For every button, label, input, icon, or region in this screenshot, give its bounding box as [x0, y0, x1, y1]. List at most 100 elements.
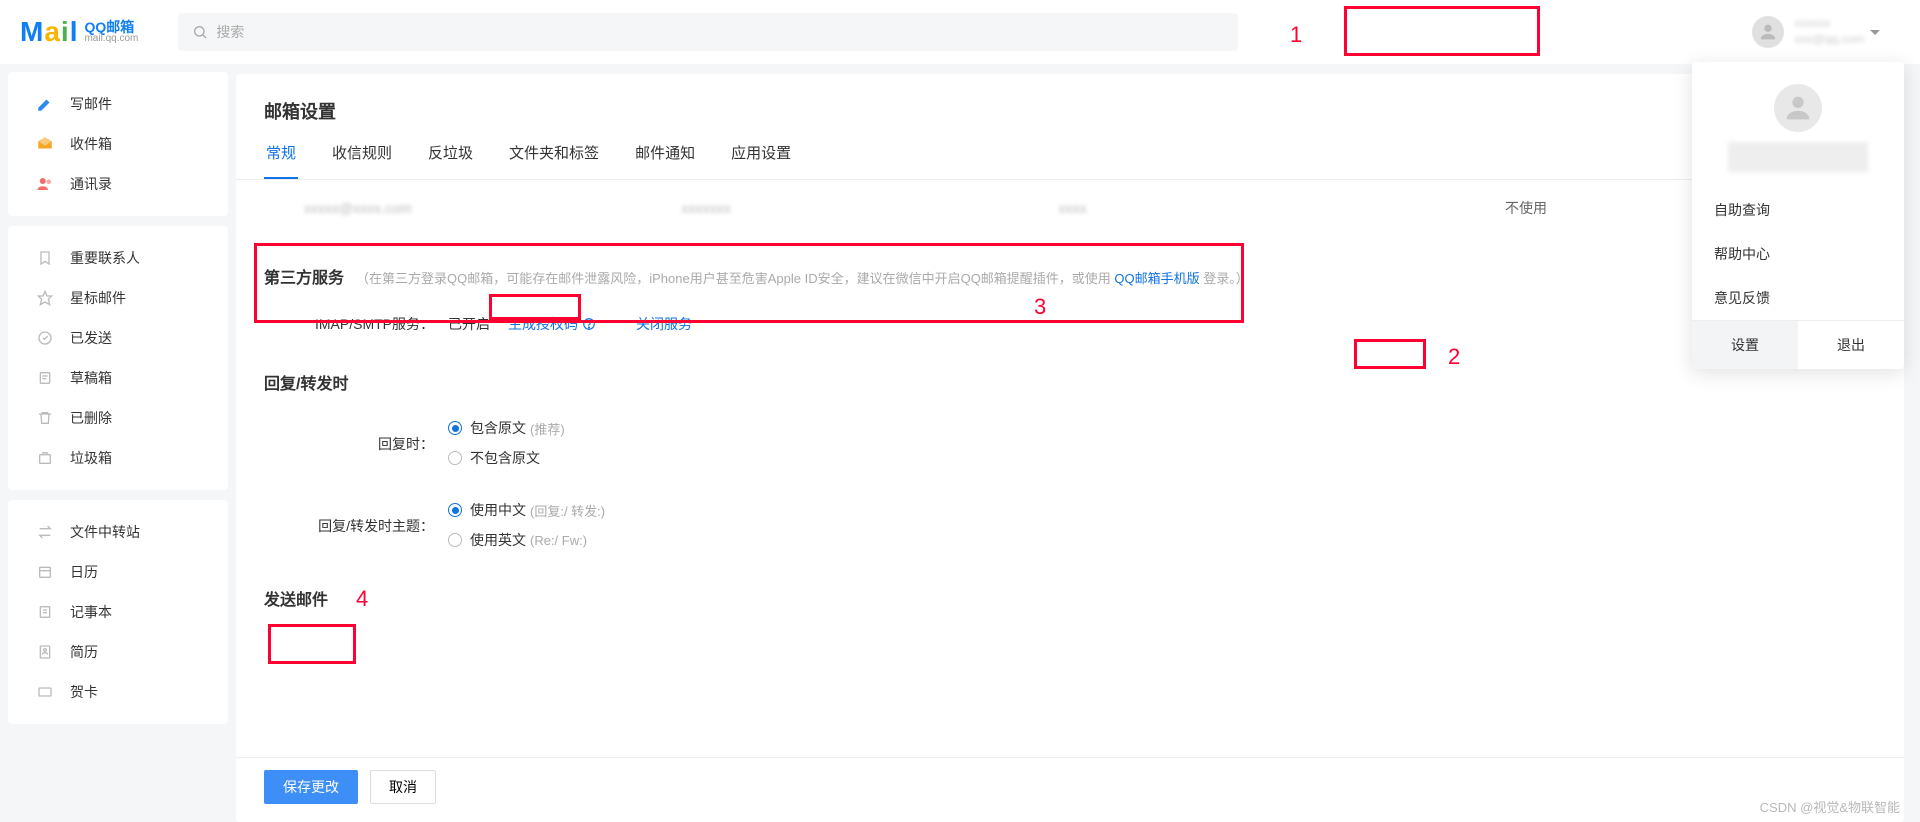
sidebar-item-sent[interactable]: 已发送 [8, 318, 228, 358]
reply-section: 回复/转发时 回复时： 包含原文(推荐) 不包含原文 回复/转发时主题： 使用中… [264, 370, 1876, 558]
page-title: 邮箱设置 [236, 74, 1904, 142]
app-header: Mail QQ邮箱 mail.qq.com 搜索 xxxxxxxxx@qq.co… [0, 0, 1920, 64]
sidebar-item-label: 通讯录 [70, 174, 112, 194]
help-icon [582, 317, 596, 331]
sidebar-item-label: 写邮件 [70, 94, 112, 114]
user-dropdown-menu: 自助查询 帮助中心 意见反馈 设置 退出 [1692, 62, 1904, 369]
header-user[interactable]: xxxxxxxxx@qq.com [1752, 16, 1900, 48]
avatar-icon [1774, 84, 1822, 132]
sidebar-item-label: 垃圾箱 [70, 448, 112, 468]
logo-mark: Mail [20, 16, 78, 48]
menu-item-settings[interactable]: 设置 [1692, 321, 1798, 369]
avatar-icon [1752, 16, 1784, 48]
sidebar-item-calendar[interactable]: 日历 [8, 552, 228, 592]
sidebar-item-label: 贺卡 [70, 682, 98, 702]
tab-notify[interactable]: 邮件通知 [633, 142, 697, 179]
settings-tabs: 常规 收信规则 反垃圾 文件夹和标签 邮件通知 应用设置 [236, 142, 1904, 180]
service-status: 已开启 [448, 314, 490, 334]
tab-general[interactable]: 常规 [264, 142, 298, 179]
reply-label: 回复时： [294, 434, 434, 454]
close-service-link[interactable]: 关闭服务 [636, 314, 692, 334]
send-section: 发送邮件 [264, 586, 1876, 610]
calendar-icon [36, 563, 54, 581]
search-icon [192, 24, 208, 40]
radio-exclude-original[interactable]: 不包含原文 [448, 448, 565, 468]
section-title: 回复/转发时 [264, 370, 348, 394]
sidebar-item-spam[interactable]: 垃圾箱 [8, 438, 228, 478]
logo-cn: QQ邮箱 [84, 20, 138, 34]
resume-icon [36, 643, 54, 661]
search-input[interactable]: 搜索 [178, 13, 1238, 51]
menu-item-help[interactable]: 帮助中心 [1692, 232, 1904, 276]
sidebar-item-label: 已发送 [70, 328, 112, 348]
sidebar-item-label: 重要联系人 [70, 248, 140, 268]
sidebar-item-card[interactable]: 贺卡 [8, 672, 228, 712]
account-cell-redacted: xxxxxxx [681, 200, 1058, 216]
tab-rules[interactable]: 收信规则 [330, 142, 394, 179]
sidebar-item-deleted[interactable]: 已删除 [8, 398, 228, 438]
spam-icon [36, 449, 54, 467]
menu-item-feedback[interactable]: 意见反馈 [1692, 276, 1904, 320]
content-area: 邮箱设置 常规 收信规则 反垃圾 文件夹和标签 邮件通知 应用设置 xxxxx@… [236, 64, 1920, 822]
radio-include-original[interactable]: 包含原文(推荐) [448, 418, 565, 438]
sidebar-item-label: 收件箱 [70, 134, 112, 154]
subject-label: 回复/转发时主题： [294, 516, 434, 536]
sidebar-item-contacts[interactable]: 通讯录 [8, 164, 228, 204]
radio-icon [448, 533, 462, 547]
menu-item-logout[interactable]: 退出 [1798, 321, 1904, 369]
star-icon [36, 289, 54, 307]
tab-folders[interactable]: 文件夹和标签 [507, 142, 601, 179]
sidebar: 写邮件 收件箱 通讯录 重要联系人 星标邮件 已发送 草稿箱 已删除 垃圾箱 文… [0, 64, 236, 822]
contacts-icon [36, 175, 54, 193]
section-note: （在第三方登录QQ邮箱，可能存在邮件泄露风险，iPhone用户甚至危害Apple… [356, 268, 1249, 287]
cancel-button[interactable]: 取消 [370, 770, 436, 804]
sidebar-item-label: 日历 [70, 562, 98, 582]
radio-subject-en[interactable]: 使用英文(Re:/ Fw:) [448, 530, 605, 550]
bookmark-icon [36, 249, 54, 267]
inbox-icon [36, 135, 54, 153]
search-placeholder: 搜索 [216, 22, 244, 42]
sidebar-item-important[interactable]: 重要联系人 [8, 238, 228, 278]
radio-icon [448, 451, 462, 465]
sidebar-item-starred[interactable]: 星标邮件 [8, 278, 228, 318]
watermark: CSDN @视觉&物联智能 [1760, 797, 1900, 816]
sidebar-item-label: 简历 [70, 642, 98, 662]
tab-apps[interactable]: 应用设置 [729, 142, 793, 179]
note-icon [36, 603, 54, 621]
account-row: xxxxx@xxxx.com xxxxxxx xxxx 不使用 更改 | 申请注… [264, 180, 1876, 236]
generate-auth-code-link[interactable]: 生成授权码 [508, 314, 596, 334]
transfer-icon [36, 523, 54, 541]
sidebar-item-label: 已删除 [70, 408, 112, 428]
sidebar-item-drafts[interactable]: 草稿箱 [8, 358, 228, 398]
account-cell-redacted: xxxx [1059, 200, 1436, 216]
draft-icon [36, 369, 54, 387]
sidebar-item-notes[interactable]: 记事本 [8, 592, 228, 632]
user-name-redacted [1728, 142, 1868, 172]
radio-icon [448, 421, 462, 435]
chevron-down-icon [1870, 30, 1880, 35]
user-name-redacted: xxxxxxxxx@qq.com [1794, 16, 1864, 47]
sent-icon [36, 329, 54, 347]
card-icon [36, 683, 54, 701]
footer-actions: 保存更改 取消 [236, 757, 1904, 822]
sidebar-item-label: 记事本 [70, 602, 112, 622]
section-title: 第三方服务 [264, 264, 344, 288]
imap-smtp-label: IMAP/SMTP服务： [294, 314, 434, 334]
sidebar-item-compose[interactable]: 写邮件 [8, 84, 228, 124]
sidebar-item-transfer[interactable]: 文件中转站 [8, 512, 228, 552]
radio-subject-cn[interactable]: 使用中文(回复:/ 转发:) [448, 500, 605, 520]
save-button[interactable]: 保存更改 [264, 770, 358, 804]
section-title: 发送邮件 [264, 586, 328, 610]
sidebar-item-label: 文件中转站 [70, 522, 140, 542]
sidebar-item-label: 草稿箱 [70, 368, 112, 388]
sidebar-item-resume[interactable]: 简历 [8, 632, 228, 672]
radio-icon [448, 503, 462, 517]
sidebar-item-inbox[interactable]: 收件箱 [8, 124, 228, 164]
menu-item-selfservice[interactable]: 自助查询 [1692, 188, 1904, 232]
tab-antispam[interactable]: 反垃圾 [426, 142, 475, 179]
account-status: 不使用 [1436, 198, 1616, 218]
compose-icon [36, 95, 54, 113]
logo-url: mail.qq.com [84, 34, 138, 44]
mobile-app-link[interactable]: QQ邮箱手机版 [1114, 271, 1199, 286]
logo[interactable]: Mail QQ邮箱 mail.qq.com [20, 16, 138, 48]
